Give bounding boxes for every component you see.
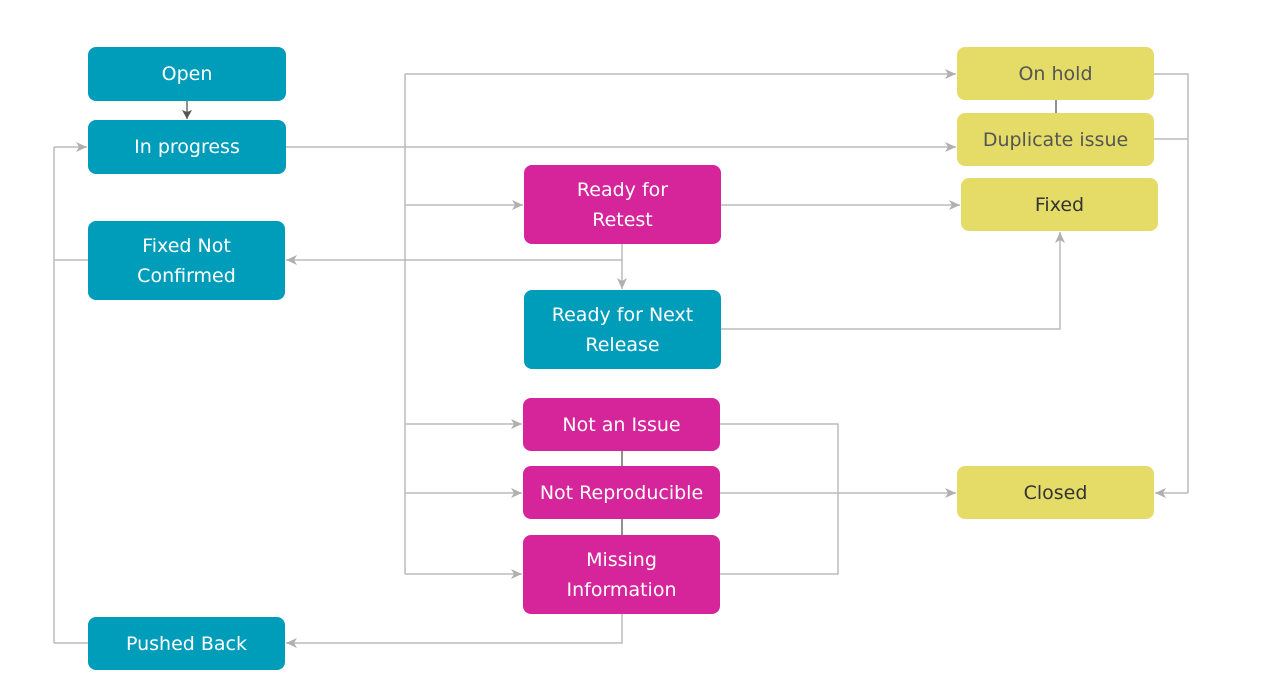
node-ready-for-retest[interactable]: Ready for Retest <box>524 165 721 244</box>
edge-on-hold-bus <box>1154 73 1189 493</box>
node-label: Fixed Not Confirmed <box>137 234 236 287</box>
node-duplicate-issue[interactable]: Duplicate issue <box>957 113 1154 166</box>
node-label: Missing Information <box>566 548 677 601</box>
edge-fixed-not-confirmed-loop <box>53 147 88 643</box>
node-label: Ready for Retest <box>576 178 669 231</box>
node-label: On hold <box>1018 62 1093 85</box>
edge-missing-info-to-pushed-back <box>286 614 623 648</box>
node-label: Fixed <box>1034 193 1085 216</box>
node-not-reproducible[interactable]: Not Reproducible <box>523 466 720 519</box>
node-label: Pushed Back <box>125 632 248 655</box>
edge-not-an-issue-bus <box>720 423 839 575</box>
node-label: Closed <box>1023 481 1088 504</box>
node-missing-information[interactable]: Missing Information <box>523 535 720 614</box>
node-label: Ready for Next Release <box>551 303 694 356</box>
node-fixed-not-confirmed[interactable]: Fixed Not Confirmed <box>88 221 285 300</box>
node-label: Duplicate issue <box>982 128 1129 151</box>
node-not-an-issue[interactable]: Not an Issue <box>523 398 720 451</box>
edge-next-release-to-fixed <box>721 232 1065 330</box>
node-in-progress[interactable]: In progress <box>88 120 286 174</box>
edge-trunk-in-progress <box>286 74 406 574</box>
node-on-hold[interactable]: On hold <box>957 47 1154 100</box>
node-pushed-back[interactable]: Pushed Back <box>88 617 285 670</box>
node-label: Open <box>161 63 213 85</box>
node-fixed[interactable]: Fixed <box>961 178 1158 231</box>
node-label: In progress <box>134 136 240 158</box>
node-open[interactable]: Open <box>88 47 286 101</box>
node-ready-for-next-release[interactable]: Ready for Next Release <box>524 290 721 369</box>
node-label: Not an Issue <box>562 413 681 436</box>
node-label: Not Reproducible <box>539 481 704 504</box>
node-closed[interactable]: Closed <box>957 466 1154 519</box>
